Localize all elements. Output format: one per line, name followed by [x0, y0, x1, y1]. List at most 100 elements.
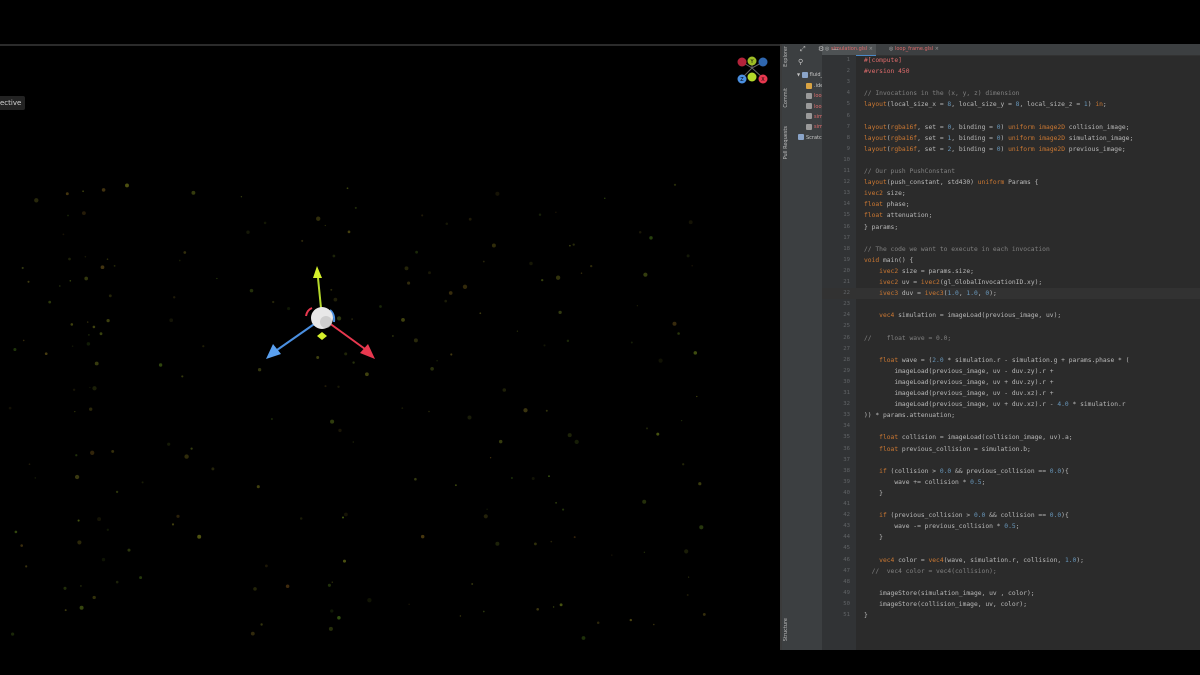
line-number: 23: [843, 301, 850, 308]
code-line[interactable]: 32 imageLoad(previous_image, uv + duv.xz…: [822, 399, 1200, 410]
code-line[interactable]: 47 // vec4 color = vec4(collision);: [822, 566, 1200, 577]
project-root[interactable]: ▼ fluid_sim: [797, 70, 822, 80]
code-text: } params;: [864, 223, 899, 231]
code-line[interactable]: 18 // The code we want to execute in each…: [822, 244, 1200, 255]
line-number: 4: [846, 90, 850, 97]
project-item[interactable]: .idea: [806, 81, 822, 91]
code-line[interactable]: 13 ivec2 size;: [822, 188, 1200, 199]
particle: [257, 368, 262, 372]
code-line[interactable]: 21 ivec2 uv = ivec2(gl_GlobalInvocationI…: [822, 277, 1200, 288]
editor-tab[interactable]: ◎ loop_frame.glsl ×: [886, 44, 942, 55]
code-line[interactable]: 33)) * params.attenuation;: [822, 410, 1200, 421]
code-line[interactable]: 50 imageStore(collision_image, uv, color…: [822, 599, 1200, 610]
particle: [590, 264, 593, 268]
code-line[interactable]: 46 vec4 color = vec4(wave, simulation.r,…: [822, 555, 1200, 566]
code-line[interactable]: 9 layout(rgba16f, set = 2, binding = 0) u…: [822, 144, 1200, 155]
particle: [428, 410, 430, 413]
code-line[interactable]: 7 layout(rgba16f, set = 0, binding = 0) u…: [822, 122, 1200, 133]
gear-icon[interactable]: ⚙: [818, 45, 824, 53]
code-line[interactable]: 34: [822, 421, 1200, 432]
line-number: 29: [843, 367, 850, 374]
gizmo-rotate-arc-red[interactable]: [305, 307, 313, 317]
code-line[interactable]: 51}: [822, 610, 1200, 621]
code-line[interactable]: 12 layout(push_constant, std430) uniform …: [822, 177, 1200, 188]
project-item[interactable]: Scratches a: [798, 133, 822, 143]
code-line[interactable]: 39 wave += collision * 0.5;: [822, 477, 1200, 488]
search-icon[interactable]: ⚲: [798, 58, 803, 66]
particle: [471, 583, 474, 585]
code-line[interactable]: 8 layout(rgba16f, set = 1, binding = 0) u…: [822, 133, 1200, 144]
code-line[interactable]: 22 ivec3 duv = ivec3(1.0, 1.0, 0);: [822, 288, 1200, 300]
project-item[interactable]: loop_fr: [806, 91, 822, 101]
particle: [21, 266, 24, 270]
particle: [337, 385, 340, 389]
particle: [684, 549, 689, 554]
code-line[interactable]: 10: [822, 155, 1200, 166]
code-line[interactable]: 45: [822, 543, 1200, 554]
code-line[interactable]: 11 // Our push PushConstant: [822, 166, 1200, 177]
code-line[interactable]: 23: [822, 299, 1200, 310]
orientation-widget[interactable]: Y Z X: [737, 56, 768, 84]
structure-tool-tab[interactable]: Structure: [783, 618, 795, 641]
code-line[interactable]: 3: [822, 77, 1200, 88]
code-line[interactable]: 42 if (previous_collision > 0.0 && colli…: [822, 510, 1200, 521]
collapse-all-icon[interactable]: ⤢: [800, 45, 806, 54]
code-line[interactable]: 14 float phase;: [822, 199, 1200, 210]
particle: [693, 351, 698, 355]
code-line[interactable]: 35 float collision = imageLoad(collision…: [822, 432, 1200, 443]
orient-neg-z-dot[interactable]: [758, 57, 768, 67]
code-line[interactable]: 48: [822, 577, 1200, 588]
code-line[interactable]: 26 // float wave = 0.0;: [822, 333, 1200, 344]
code-line[interactable]: 4 // Invocations in the (x, y, z) dimensi…: [822, 88, 1200, 99]
code-text: ivec2 size = params.size;: [879, 267, 974, 275]
particle: [656, 432, 660, 436]
line-number: 8: [846, 134, 850, 141]
3d-viewport[interactable]: Y Z X ective: [0, 44, 780, 650]
code-line[interactable]: 19 void main() {: [822, 255, 1200, 266]
minimize-icon[interactable]: —: [832, 45, 839, 53]
code-line[interactable]: 17: [822, 233, 1200, 244]
explorer-tool-tab[interactable]: Explorer: [783, 46, 795, 67]
orient-neg-x-dot[interactable]: [737, 57, 747, 67]
code-line[interactable]: 49 imageStore(simulation_image, uv , col…: [822, 588, 1200, 599]
view-mode-label[interactable]: ective: [0, 96, 26, 110]
code-line[interactable]: 27: [822, 344, 1200, 355]
code-line[interactable]: 40 }: [822, 488, 1200, 499]
code-line[interactable]: 25: [822, 321, 1200, 332]
project-item[interactable]: loop_fr: [806, 102, 822, 112]
code-line[interactable]: 24 vec4 simulation = imageLoad(previous_…: [822, 310, 1200, 321]
project-item[interactable]: simulati: [806, 122, 822, 132]
code-line[interactable]: 28 float wave = (2.0 * simulation.r - si…: [822, 355, 1200, 366]
code-line[interactable]: 31 imageLoad(previous_image, uv - duv.xz…: [822, 388, 1200, 399]
commit-tool-tab[interactable]: Commit: [783, 88, 795, 108]
close-icon[interactable]: ×: [867, 46, 873, 52]
pull-requests-tool-tab[interactable]: Pull Requests: [783, 126, 795, 159]
code-text: imageLoad(previous_image, uv + duv.zy).r…: [864, 378, 1054, 386]
code-line[interactable]: 15 float attenuation;: [822, 210, 1200, 221]
particle: [351, 318, 353, 320]
code-line[interactable]: 6: [822, 111, 1200, 122]
code-line[interactable]: 20 ivec2 size = params.size;: [822, 266, 1200, 277]
particle: [81, 211, 86, 216]
project-item[interactable]: simulati: [806, 112, 822, 122]
code-line[interactable]: 2 #version 450: [822, 66, 1200, 77]
transform-gizmo[interactable]: [266, 266, 375, 359]
particle: [643, 272, 648, 277]
close-icon[interactable]: ×: [933, 46, 939, 52]
particle: [77, 540, 82, 545]
scratches-icon: [798, 134, 804, 140]
code-line[interactable]: 44 }: [822, 532, 1200, 543]
gizmo-plane-handle[interactable]: [317, 332, 327, 340]
code-line[interactable]: 43 wave -= previous_collision * 0.5;: [822, 521, 1200, 532]
code-line[interactable]: 16} params;: [822, 222, 1200, 233]
code-line[interactable]: 30 imageLoad(previous_image, uv + duv.zy…: [822, 377, 1200, 388]
gizmo-z-arrow[interactable]: [266, 344, 281, 359]
code-line[interactable]: 1 #[compute]: [822, 55, 1200, 66]
code-line[interactable]: 41: [822, 499, 1200, 510]
code-line[interactable]: 29 imageLoad(previous_image, uv - duv.zy…: [822, 366, 1200, 377]
code-line[interactable]: 5 layout(local_size_x = 8, local_size_y =…: [822, 99, 1200, 110]
code-line[interactable]: 38 if (collision > 0.0 && previous_colli…: [822, 466, 1200, 477]
code-line[interactable]: 36 float previous_collision = simulation…: [822, 444, 1200, 455]
code-line[interactable]: 37: [822, 455, 1200, 466]
gizmo-y-arrow[interactable]: [313, 266, 322, 278]
